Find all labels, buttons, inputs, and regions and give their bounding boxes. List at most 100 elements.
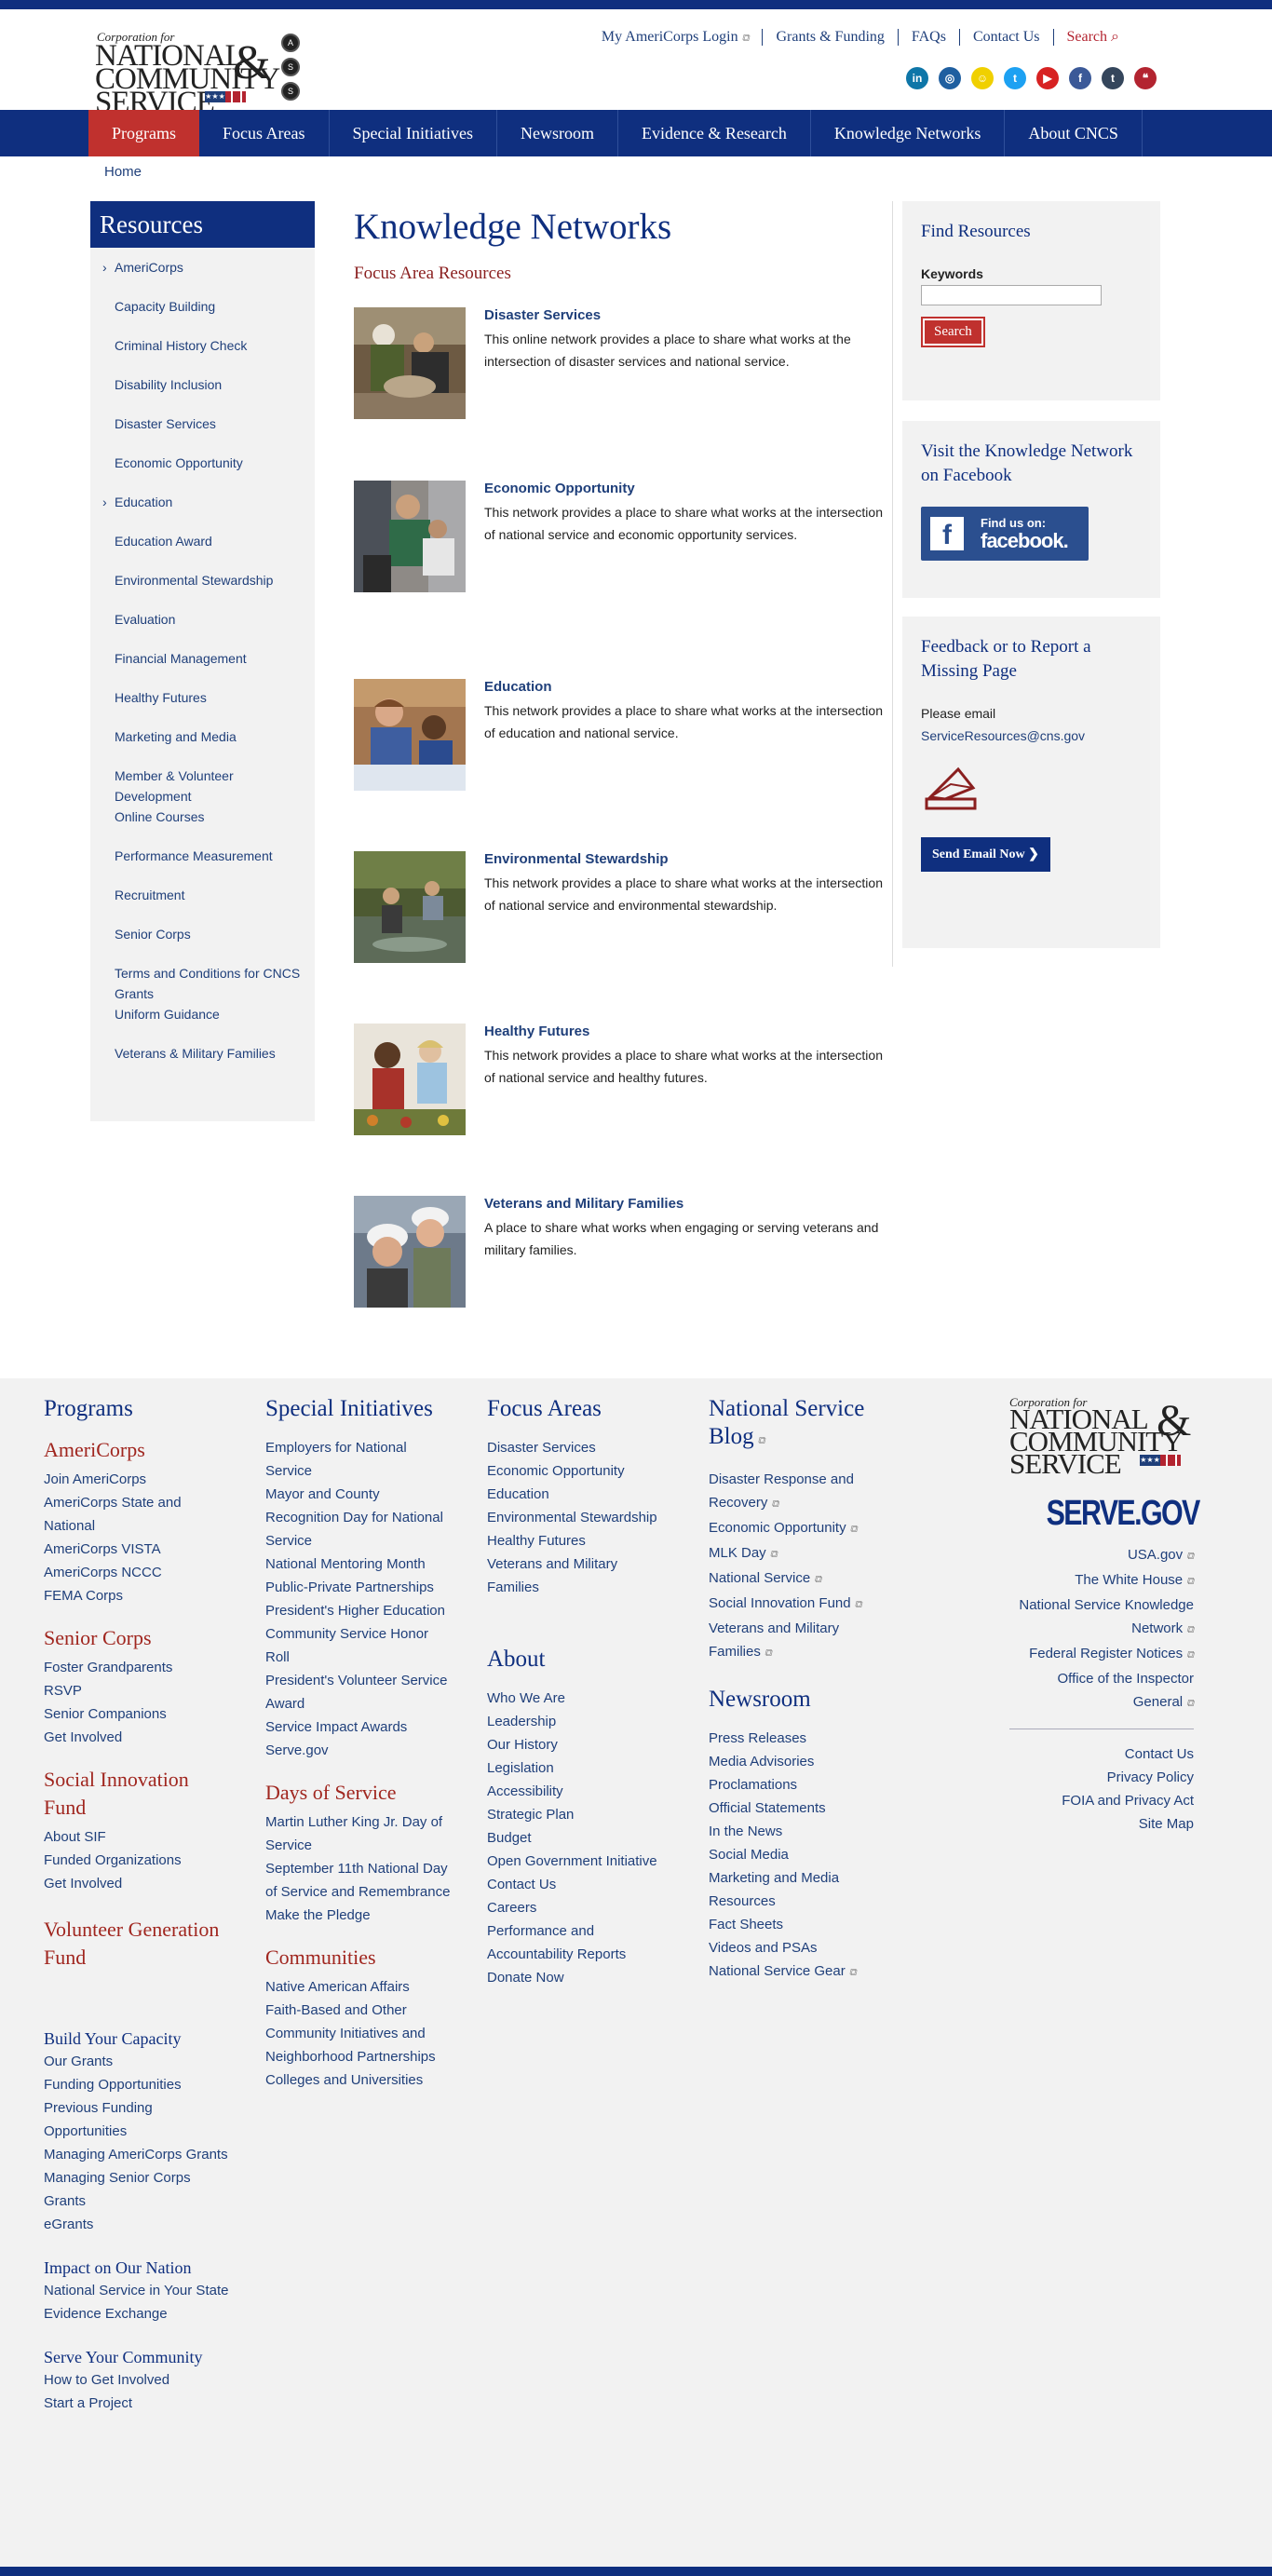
sidebar-item-online-courses[interactable]: Online Courses bbox=[90, 807, 315, 846]
sidebar-item-evaluation[interactable]: Evaluation bbox=[90, 609, 315, 648]
footer-link-national-service-in-your-state[interactable]: National Service in Your State bbox=[44, 2279, 230, 2302]
util-link-login[interactable]: My AmeriCorps Login ⧉ bbox=[589, 29, 763, 46]
footer-link-national-service-gear[interactable]: National Service Gear ⧉ bbox=[709, 1959, 895, 1985]
footer-link-fact-sheets[interactable]: Fact Sheets bbox=[709, 1913, 895, 1936]
footer-link-our-history[interactable]: Our History bbox=[487, 1733, 673, 1756]
footer-link-budget[interactable]: Budget bbox=[487, 1826, 673, 1850]
footer-link-economic-opportunity[interactable]: Economic Opportunity ⧉ bbox=[709, 1516, 895, 1541]
footer-link-donate-now[interactable]: Donate Now bbox=[487, 1966, 673, 1989]
nav-programs[interactable]: Programs bbox=[88, 110, 199, 156]
footer-link-colleges-and-universities[interactable]: Colleges and Universities bbox=[265, 2068, 452, 2092]
footer-link-join-americorps[interactable]: Join AmeriCorps bbox=[44, 1468, 230, 1491]
sidebar-item-marketing-and-media[interactable]: Marketing and Media bbox=[90, 726, 315, 766]
footer-link-careers[interactable]: Careers bbox=[487, 1896, 673, 1919]
footer-link-disaster-services[interactable]: Disaster Services bbox=[487, 1436, 673, 1459]
entry-title-healthy-futures[interactable]: Healthy Futures bbox=[484, 1024, 589, 1039]
footer-link-get-involved[interactable]: Get Involved bbox=[44, 1726, 230, 1749]
sidebar-item-disability-inclusion[interactable]: Disability Inclusion bbox=[90, 374, 315, 414]
footer-link-how-to-get-involved[interactable]: How to Get Involved bbox=[44, 2368, 230, 2392]
footer-link-open-government-initiative[interactable]: Open Government Initiative bbox=[487, 1850, 673, 1873]
nav-about-cncs[interactable]: About CNCS bbox=[1005, 110, 1143, 156]
footer-link-managing-senior-corps-grants[interactable]: Managing Senior Corps Grants bbox=[44, 2166, 230, 2213]
sidebar-item-capacity-building[interactable]: Capacity Building bbox=[90, 296, 315, 335]
entry-title-veterans-military[interactable]: Veterans and Military Families bbox=[484, 1196, 683, 1212]
footer-link-contact-us[interactable]: Contact Us bbox=[1009, 1742, 1194, 1766]
entry-title-economic-opportunity[interactable]: Economic Opportunity bbox=[484, 481, 635, 496]
footer-link-media-advisories[interactable]: Media Advisories bbox=[709, 1750, 895, 1773]
footer-link-funding-opportunities[interactable]: Funding Opportunities bbox=[44, 2073, 230, 2096]
nav-newsroom[interactable]: Newsroom bbox=[497, 110, 618, 156]
education-photo[interactable] bbox=[354, 679, 466, 791]
sidebar-item-veterans-military-families[interactable]: Veterans & Military Families bbox=[90, 1043, 315, 1082]
footer-link-official-statements[interactable]: Official Statements bbox=[709, 1796, 895, 1820]
sidebar-item-member-volunteer-development[interactable]: Member & Volunteer Development bbox=[90, 766, 315, 807]
snapchat-icon[interactable]: ☺ bbox=[971, 67, 994, 89]
footer-link-martin-luther-king-jr-day-of-service[interactable]: Martin Luther King Jr. Day of Service bbox=[265, 1810, 452, 1857]
linkedin-icon[interactable]: in bbox=[906, 67, 928, 89]
serve-gov-logo[interactable]: SERVE.GOV bbox=[1047, 1494, 1201, 1534]
footer-link-veterans-and-military-families[interactable]: Veterans and Military Families ⧉ bbox=[709, 1617, 895, 1665]
sidebar-item-terms-and-conditions-for-cncs-grants[interactable]: Terms and Conditions for CNCS Grants bbox=[90, 963, 315, 1004]
footer-link-privacy-policy[interactable]: Privacy Policy bbox=[1009, 1766, 1194, 1789]
sidebar-item-financial-management[interactable]: Financial Management bbox=[90, 648, 315, 687]
util-link-contact[interactable]: Contact Us bbox=[958, 29, 1053, 46]
sidebar-item-environmental-stewardship[interactable]: Environmental Stewardship bbox=[90, 570, 315, 609]
footer-link-site-map[interactable]: Site Map bbox=[1009, 1812, 1194, 1836]
footer-link-office-of-the-inspector-general[interactable]: Office of the Inspector General ⧉ bbox=[1009, 1667, 1194, 1715]
footer-link-foia-and-privacy-act[interactable]: FOIA and Privacy Act bbox=[1009, 1789, 1194, 1812]
footer-link-make-the-pledge[interactable]: Make the Pledge bbox=[265, 1904, 452, 1927]
footer-link-leadership[interactable]: Leadership bbox=[487, 1710, 673, 1733]
footer-link-proclamations[interactable]: Proclamations bbox=[709, 1773, 895, 1796]
util-link-faqs[interactable]: FAQs bbox=[897, 29, 959, 46]
footer-link-press-releases[interactable]: Press Releases bbox=[709, 1727, 895, 1750]
footer-link-our-grants[interactable]: Our Grants bbox=[44, 2050, 230, 2073]
entry-title-disaster-services[interactable]: Disaster Services bbox=[484, 307, 601, 323]
footer-link-evidence-exchange[interactable]: Evidence Exchange bbox=[44, 2302, 230, 2325]
footer-link-the-white-house[interactable]: The White House ⧉ bbox=[1009, 1568, 1194, 1593]
footer-link-foster-grandparents[interactable]: Foster Grandparents bbox=[44, 1656, 230, 1679]
footer-seniorcorps-title[interactable]: Senior Corps bbox=[44, 1624, 230, 1652]
healthy-futures-photo[interactable] bbox=[354, 1024, 466, 1135]
footer-link-public-private-partnerships[interactable]: Public-Private Partnerships bbox=[265, 1576, 452, 1599]
sidebar-item-disaster-services[interactable]: Disaster Services bbox=[90, 414, 315, 453]
footer-link-employers-for-national-service[interactable]: Employers for National Service bbox=[265, 1436, 452, 1483]
footer-link-social-innovation-fund[interactable]: Social Innovation Fund ⧉ bbox=[709, 1592, 895, 1617]
nav-evidence-research[interactable]: Evidence & Research bbox=[618, 110, 811, 156]
footer-link-senior-companions[interactable]: Senior Companions bbox=[44, 1702, 230, 1726]
footer-cncs-logo[interactable]: Corporation for NATIONAL COMMUNITY SERVI… bbox=[1009, 1395, 1194, 1481]
footer-link-videos-and-psas[interactable]: Videos and PSAs bbox=[709, 1936, 895, 1959]
footer-link-environmental-stewardship[interactable]: Environmental Stewardship bbox=[487, 1506, 673, 1529]
footer-link-americorps-state-and-national[interactable]: AmeriCorps State and National bbox=[44, 1491, 230, 1538]
sidebar-item-economic-opportunity[interactable]: Economic Opportunity bbox=[90, 453, 315, 492]
cncs-logo[interactable]: Corporation for NATIONAL COMMUNITY SERVI… bbox=[93, 20, 307, 118]
footer-link-september-11th-national-day-of-service-and-remembrance[interactable]: September 11th National Day of Service a… bbox=[265, 1857, 452, 1904]
footer-link-strategic-plan[interactable]: Strategic Plan bbox=[487, 1803, 673, 1826]
search-toggle[interactable]: Search ⌕ bbox=[1052, 29, 1133, 46]
footer-link-president-s-volunteer-service-award[interactable]: President's Volunteer Service Award bbox=[265, 1669, 452, 1715]
footer-link-previous-funding-opportunities[interactable]: Previous Funding Opportunities bbox=[44, 2096, 230, 2143]
footer-link-national-service-knowledge-network[interactable]: National Service Knowledge Network ⧉ bbox=[1009, 1593, 1194, 1642]
footer-link-national-service[interactable]: National Service ⧉ bbox=[709, 1566, 895, 1592]
veterans-military-photo[interactable] bbox=[354, 1196, 466, 1308]
sidebar-item-education-award[interactable]: Education Award bbox=[90, 531, 315, 570]
sidebar-item-performance-measurement[interactable]: Performance Measurement bbox=[90, 846, 315, 885]
footer-link-president-s-higher-education-community-service-honor-roll[interactable]: President's Higher Education Community S… bbox=[265, 1599, 452, 1669]
youtube-icon[interactable]: ▶ bbox=[1036, 67, 1059, 89]
sidebar-item-uniform-guidance[interactable]: Uniform Guidance bbox=[90, 1004, 315, 1043]
util-link-grants[interactable]: Grants & Funding bbox=[762, 29, 897, 46]
environmental-stewardship-photo[interactable] bbox=[354, 851, 466, 963]
footer-link-contact-us[interactable]: Contact Us bbox=[487, 1873, 673, 1896]
footer-link-serve-gov[interactable]: Serve.gov bbox=[265, 1739, 452, 1762]
footer-link-about-sif[interactable]: About SIF bbox=[44, 1825, 230, 1849]
footer-link-veterans-and-military-families[interactable]: Veterans and Military Families bbox=[487, 1552, 673, 1599]
sidebar-item-education[interactable]: › Education bbox=[90, 492, 315, 531]
entry-title-education[interactable]: Education bbox=[484, 679, 552, 695]
footer-link-economic-opportunity[interactable]: Economic Opportunity bbox=[487, 1459, 673, 1483]
footer-link-national-mentoring-month[interactable]: National Mentoring Month bbox=[265, 1552, 452, 1576]
footer-sif-title[interactable]: Social Innovation Fund bbox=[44, 1766, 230, 1822]
instagram-icon[interactable]: ◎ bbox=[939, 67, 961, 89]
sidebar-item-healthy-futures[interactable]: Healthy Futures bbox=[90, 687, 315, 726]
footer-link-funded-organizations[interactable]: Funded Organizations bbox=[44, 1849, 230, 1872]
search-button[interactable]: Search bbox=[921, 317, 985, 347]
footer-link-legislation[interactable]: Legislation bbox=[487, 1756, 673, 1780]
